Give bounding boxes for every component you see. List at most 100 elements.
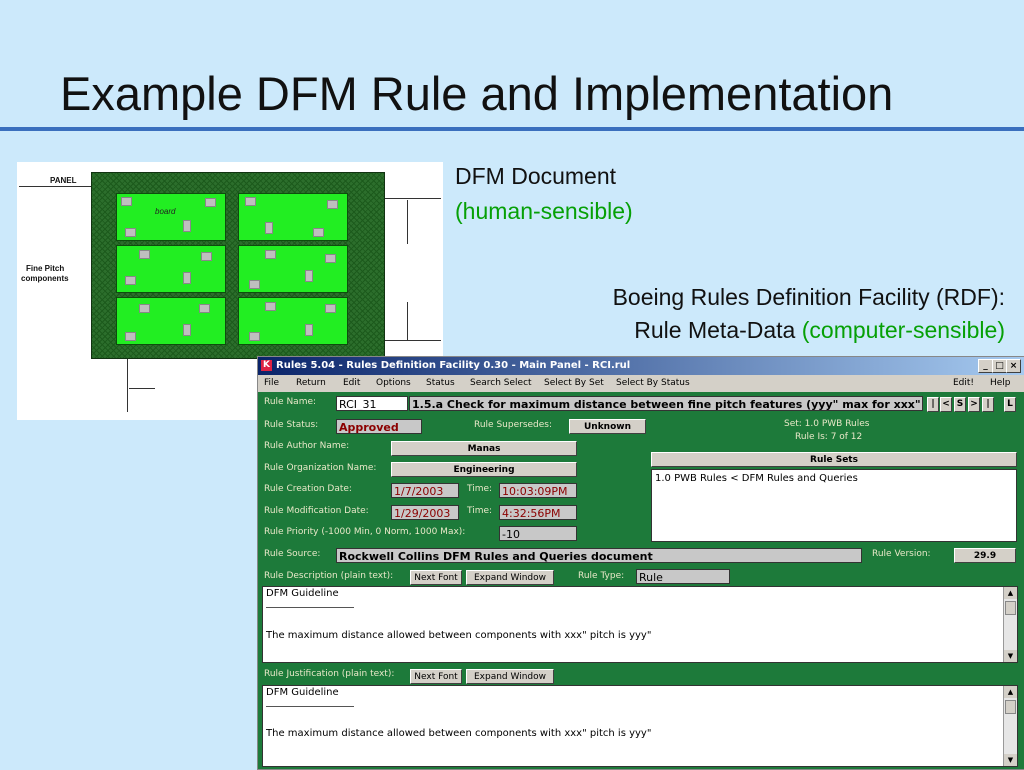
justification-heading: DFM Guideline xyxy=(266,687,339,698)
source-field[interactable]: Rockwell Collins DFM Rules and Queries d… xyxy=(336,548,862,563)
component-pad xyxy=(325,254,336,263)
modification-date-label: Rule Modification Date: xyxy=(264,506,369,516)
set-info: Set: 1.0 PWB Rules xyxy=(784,419,870,429)
scroll-down-icon[interactable]: ▼ xyxy=(1004,650,1017,662)
priority-field[interactable]: -10 xyxy=(499,526,577,541)
creation-time-field[interactable]: 10:03:09PM xyxy=(499,483,577,498)
menu-edit[interactable]: Edit xyxy=(343,378,360,388)
justification-scrollbar[interactable]: ▲ ▼ xyxy=(1003,686,1017,766)
modification-date-field[interactable]: 1/29/2003 xyxy=(391,505,459,520)
fine-pitch-label-1: Fine Pitch xyxy=(26,264,65,273)
creation-date-field[interactable]: 1/7/2003 xyxy=(391,483,459,498)
component-pad xyxy=(313,228,324,237)
dimension-line-bottom xyxy=(383,340,441,341)
creation-time-label: Time: xyxy=(467,484,493,494)
close-button[interactable]: × xyxy=(1006,359,1021,373)
version-field[interactable]: 29.9 xyxy=(954,548,1016,563)
window-titlebar[interactable]: K Rules 5.04 - Rules Definition Facility… xyxy=(258,357,1024,375)
justification-underline xyxy=(266,706,354,707)
rule-status-field[interactable]: Approved xyxy=(336,419,422,434)
component-pad xyxy=(125,276,136,285)
menu-select-by-status[interactable]: Select By Status xyxy=(616,378,690,388)
dimension-arrow-lower xyxy=(407,302,408,340)
priority-label: Rule Priority (-1000 Min, 0 Norm, 1000 M… xyxy=(264,527,466,537)
menu-status[interactable]: Status xyxy=(426,378,455,388)
component-chip xyxy=(305,324,313,336)
scroll-down-icon[interactable]: ▼ xyxy=(1004,754,1017,766)
component-pad xyxy=(201,252,212,261)
modification-time-field[interactable]: 4:32:56PM xyxy=(499,505,577,520)
component-pad xyxy=(249,280,260,289)
dimension-line-top xyxy=(383,198,441,199)
edge-reference-line xyxy=(127,357,128,412)
doc-caption-sub: (human-sensible) xyxy=(455,198,633,224)
component-pad xyxy=(125,332,136,341)
last-record-button[interactable]: | xyxy=(982,397,994,412)
description-expand-window-button[interactable]: Expand Window xyxy=(466,570,554,585)
rule-sets-button[interactable]: Rule Sets xyxy=(651,452,1017,467)
menu-help[interactable]: Help xyxy=(990,378,1011,388)
supersedes-label: Rule Supersedes: xyxy=(474,420,553,430)
justification-label: Rule Justification (plain text): xyxy=(264,669,395,679)
board xyxy=(238,193,348,241)
component-pad xyxy=(245,197,256,206)
rdf-caption: Boeing Rules Definition Facility (RDF): xyxy=(612,284,1005,310)
description-scrollbar[interactable]: ▲ ▼ xyxy=(1003,587,1017,662)
minimize-button[interactable]: _ xyxy=(978,359,993,373)
search-record-button[interactable]: S xyxy=(954,397,966,412)
scroll-up-icon[interactable]: ▲ xyxy=(1004,686,1017,698)
next-record-button[interactable]: > xyxy=(968,397,980,412)
board-label: board xyxy=(155,207,176,216)
description-label: Rule Description (plain text): xyxy=(264,571,394,581)
component-pad xyxy=(205,198,216,207)
menu-file[interactable]: File xyxy=(264,378,279,388)
supersedes-button[interactable]: Unknown xyxy=(569,419,646,434)
component-chip xyxy=(183,272,191,284)
edge-arrow xyxy=(129,388,155,389)
rule-status-label: Rule Status: xyxy=(264,420,319,430)
author-field[interactable]: Manas xyxy=(391,441,577,456)
rule-name-label: Rule Name: xyxy=(264,397,317,407)
component-chip xyxy=(183,220,191,232)
window-title: Rules 5.04 - Rules Definition Facility 0… xyxy=(276,360,631,371)
menu-search-select[interactable]: Search Select xyxy=(470,378,532,388)
maximize-button[interactable]: □ xyxy=(992,359,1007,373)
component-chip xyxy=(265,222,273,234)
board xyxy=(238,297,348,345)
modification-time-label: Time: xyxy=(467,506,493,516)
doc-caption: DFM Document xyxy=(455,163,617,189)
board xyxy=(116,245,226,293)
rule-index: Rule Is: 7 of 12 xyxy=(795,432,863,442)
first-record-button[interactable]: | xyxy=(927,397,939,412)
org-field[interactable]: Engineering xyxy=(391,462,577,477)
menu-options[interactable]: Options xyxy=(376,378,411,388)
scroll-thumb[interactable] xyxy=(1005,700,1016,714)
justification-next-font-button[interactable]: Next Font xyxy=(410,669,462,684)
menu-return[interactable]: Return xyxy=(296,378,326,388)
rule-sets-list[interactable]: 1.0 PWB Rules < DFM Rules and Queries xyxy=(651,469,1017,542)
description-heading: DFM Guideline xyxy=(266,588,339,599)
rdf-caption-sub-green: (computer-sensible) xyxy=(801,317,1005,343)
description-underline xyxy=(266,607,354,608)
rule-title-field[interactable]: 1.5.a Check for maximum distance between… xyxy=(409,396,923,411)
fine-pitch-label-2: components xyxy=(21,274,69,283)
list-button[interactable]: L xyxy=(1004,397,1016,412)
component-pad xyxy=(325,304,336,313)
description-textarea[interactable]: DFM Guideline The maximum distance allow… xyxy=(262,586,1018,663)
dimension-arrow-upper xyxy=(407,200,408,244)
rule-sets-item[interactable]: 1.0 PWB Rules < DFM Rules and Queries xyxy=(655,473,858,484)
menu-select-by-set[interactable]: Select By Set xyxy=(544,378,604,388)
description-next-font-button[interactable]: Next Font xyxy=(410,570,462,585)
rule-type-field[interactable]: Rule xyxy=(636,569,730,584)
component-pad xyxy=(121,197,132,206)
version-label: Rule Version: xyxy=(872,549,931,559)
scroll-thumb[interactable] xyxy=(1005,601,1016,615)
prev-record-button[interactable]: < xyxy=(940,397,952,412)
menu-edit-bang[interactable]: Edit! xyxy=(953,378,974,388)
rule-name-field[interactable]: RCI_31 xyxy=(336,396,408,411)
app-icon: K xyxy=(261,360,272,371)
justification-textarea[interactable]: DFM Guideline The maximum distance allow… xyxy=(262,685,1018,767)
justification-expand-window-button[interactable]: Expand Window xyxy=(466,669,554,684)
scroll-up-icon[interactable]: ▲ xyxy=(1004,587,1017,599)
component-pad xyxy=(139,304,150,313)
